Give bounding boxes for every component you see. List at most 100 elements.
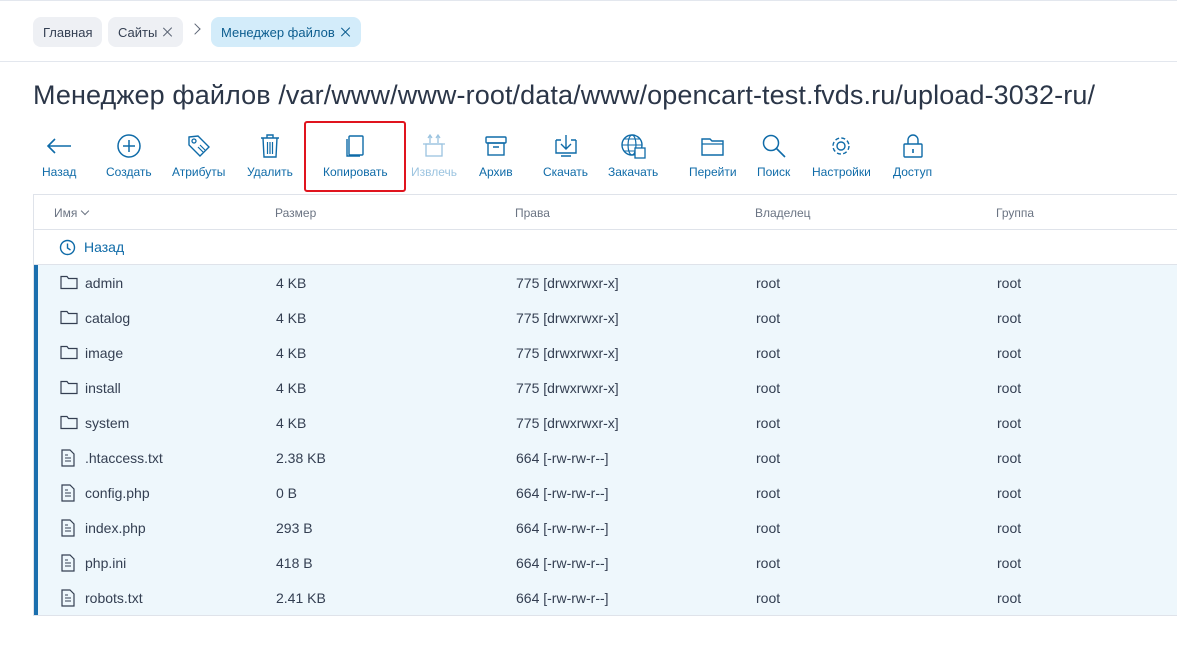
folder-icon bbox=[60, 344, 78, 363]
file-owner: root bbox=[756, 590, 781, 606]
arrow-left-icon bbox=[44, 130, 74, 162]
attributes-button[interactable]: Атрибуты bbox=[172, 130, 225, 179]
search-icon bbox=[759, 130, 789, 162]
column-owner-header[interactable]: Владелец bbox=[755, 206, 811, 220]
column-size-header[interactable]: Размер bbox=[275, 206, 316, 220]
settings-button[interactable]: Настройки bbox=[812, 130, 871, 179]
tab-sites[interactable]: Сайты bbox=[108, 17, 184, 47]
file-permissions: 664 [-rw-rw-r--] bbox=[516, 590, 609, 606]
extract-button-label: Извлечь bbox=[411, 165, 458, 179]
file-name: php.ini bbox=[85, 555, 127, 571]
column-name-label: Имя bbox=[54, 206, 78, 220]
file-size: 4 KB bbox=[276, 415, 307, 431]
delete-button-label: Удалить bbox=[247, 165, 293, 179]
file-size: 293 B bbox=[276, 520, 313, 536]
file-name: robots.txt bbox=[85, 590, 143, 606]
tag-icon bbox=[184, 130, 214, 162]
back-button[interactable]: Назад bbox=[42, 130, 76, 179]
tab-sites-label: Сайты bbox=[118, 24, 158, 40]
table-header: Имя Размер Права Владелец Группа bbox=[34, 195, 1177, 230]
archive-button-label: Архив bbox=[479, 165, 513, 179]
file-table: Имя Размер Права Владелец Группа Назад a… bbox=[33, 194, 1177, 616]
table-row[interactable]: .htaccess.txt 2.38 KB 664 [-rw-rw-r--] root… bbox=[34, 440, 1177, 475]
parent-directory-link[interactable]: Назад bbox=[34, 230, 1177, 265]
table-row[interactable]: config.php 0 B 664 [-rw-rw-r--] root root bbox=[34, 475, 1177, 510]
table-row[interactable]: robots.txt 2.41 KB 664 [-rw-rw-r--] root roo… bbox=[34, 580, 1177, 615]
file-size: 0 B bbox=[276, 485, 298, 501]
file-size: 4 KB bbox=[276, 275, 307, 291]
folder-icon bbox=[60, 274, 78, 293]
file-permissions: 775 [drwxrwxr-x] bbox=[516, 345, 619, 361]
close-icon[interactable] bbox=[341, 27, 351, 37]
file-group: root bbox=[997, 555, 1022, 571]
file-permissions: 664 [-rw-rw-r--] bbox=[516, 555, 609, 571]
file-permissions: 664 [-rw-rw-r--] bbox=[516, 485, 609, 501]
column-perms-header[interactable]: Права bbox=[515, 206, 550, 220]
file-group: root bbox=[997, 345, 1022, 361]
file-owner: root bbox=[756, 275, 781, 291]
file-icon bbox=[60, 519, 76, 540]
page-title: Менеджер файлов /var/www/www-root/data/w… bbox=[33, 80, 1096, 110]
file-size: 4 KB bbox=[276, 310, 307, 326]
upload-button-label: Закачать bbox=[608, 165, 659, 179]
toolbar: Назад Создать Атрибуты Удалить Копироват… bbox=[0, 130, 1177, 190]
table-row[interactable]: image 4 KB 775 [drwxrwxr-x] root root bbox=[34, 335, 1177, 370]
file-permissions: 775 [drwxrwxr-x] bbox=[516, 275, 619, 291]
file-size: 4 KB bbox=[276, 380, 307, 396]
table-row[interactable]: index.php 293 B 664 [-rw-rw-r--] root root bbox=[34, 510, 1177, 545]
download-button[interactable]: Скачать bbox=[543, 130, 588, 179]
file-group: root bbox=[997, 590, 1022, 606]
file-name: config.php bbox=[85, 485, 150, 501]
access-button[interactable]: Доступ bbox=[893, 130, 932, 179]
folder-icon bbox=[60, 379, 78, 398]
file-group: root bbox=[997, 380, 1022, 396]
breadcrumb: Главная Сайты Менеджер файлов bbox=[0, 0, 1177, 62]
copy-highlight-box bbox=[304, 121, 406, 192]
folder-icon bbox=[60, 309, 78, 328]
column-name-header[interactable]: Имя bbox=[54, 206, 90, 220]
download-button-label: Скачать bbox=[543, 165, 588, 179]
upload-button[interactable]: Закачать bbox=[608, 130, 658, 179]
file-icon bbox=[60, 484, 76, 505]
lock-icon bbox=[898, 130, 928, 162]
file-name: image bbox=[85, 345, 124, 361]
file-size: 418 B bbox=[276, 555, 313, 571]
history-back-icon bbox=[59, 239, 76, 259]
archive-button[interactable]: Архив bbox=[479, 130, 513, 179]
gear-icon bbox=[826, 130, 856, 162]
goto-button-label: Перейти bbox=[689, 165, 737, 179]
table-row[interactable]: install 4 KB 775 [drwxrwxr-x] root root bbox=[34, 370, 1177, 405]
file-group: root bbox=[997, 415, 1022, 431]
attributes-button-label: Атрибуты bbox=[172, 165, 226, 179]
tab-file-manager-label: Менеджер файлов bbox=[221, 24, 335, 40]
close-icon[interactable] bbox=[163, 27, 173, 37]
table-row[interactable]: catalog 4 KB 775 [drwxrwxr-x] root root bbox=[34, 300, 1177, 335]
folder-icon bbox=[60, 414, 78, 433]
archive-icon bbox=[481, 130, 511, 162]
tab-home[interactable]: Главная bbox=[33, 17, 103, 47]
file-icon bbox=[60, 449, 76, 470]
column-group-header[interactable]: Группа bbox=[996, 206, 1034, 220]
file-group: root bbox=[997, 485, 1022, 501]
extract-button[interactable]: Извлечь bbox=[411, 130, 457, 179]
folder-open-icon bbox=[698, 130, 728, 162]
file-owner: root bbox=[756, 310, 781, 326]
create-button[interactable]: Создать bbox=[106, 130, 152, 179]
trash-icon bbox=[255, 130, 285, 162]
extract-icon bbox=[419, 130, 449, 162]
file-owner: root bbox=[756, 520, 781, 536]
search-button[interactable]: Поиск bbox=[757, 130, 790, 179]
delete-button[interactable]: Удалить bbox=[247, 130, 293, 179]
goto-button[interactable]: Перейти bbox=[689, 130, 737, 179]
table-row[interactable]: system 4 KB 775 [drwxrwxr-x] root root bbox=[34, 405, 1177, 440]
file-group: root bbox=[997, 450, 1022, 466]
file-name: catalog bbox=[85, 310, 131, 326]
file-icon bbox=[60, 589, 76, 610]
file-group: root bbox=[997, 275, 1022, 291]
tab-file-manager[interactable]: Менеджер файлов bbox=[211, 17, 361, 47]
table-row[interactable]: php.ini 418 B 664 [-rw-rw-r--] root root bbox=[34, 545, 1177, 580]
file-group: root bbox=[997, 520, 1022, 536]
parent-directory-label: Назад bbox=[84, 239, 125, 255]
table-row[interactable]: admin 4 KB 775 [drwxrwxr-x] root root bbox=[34, 265, 1177, 300]
file-permissions: 775 [drwxrwxr-x] bbox=[516, 310, 619, 326]
